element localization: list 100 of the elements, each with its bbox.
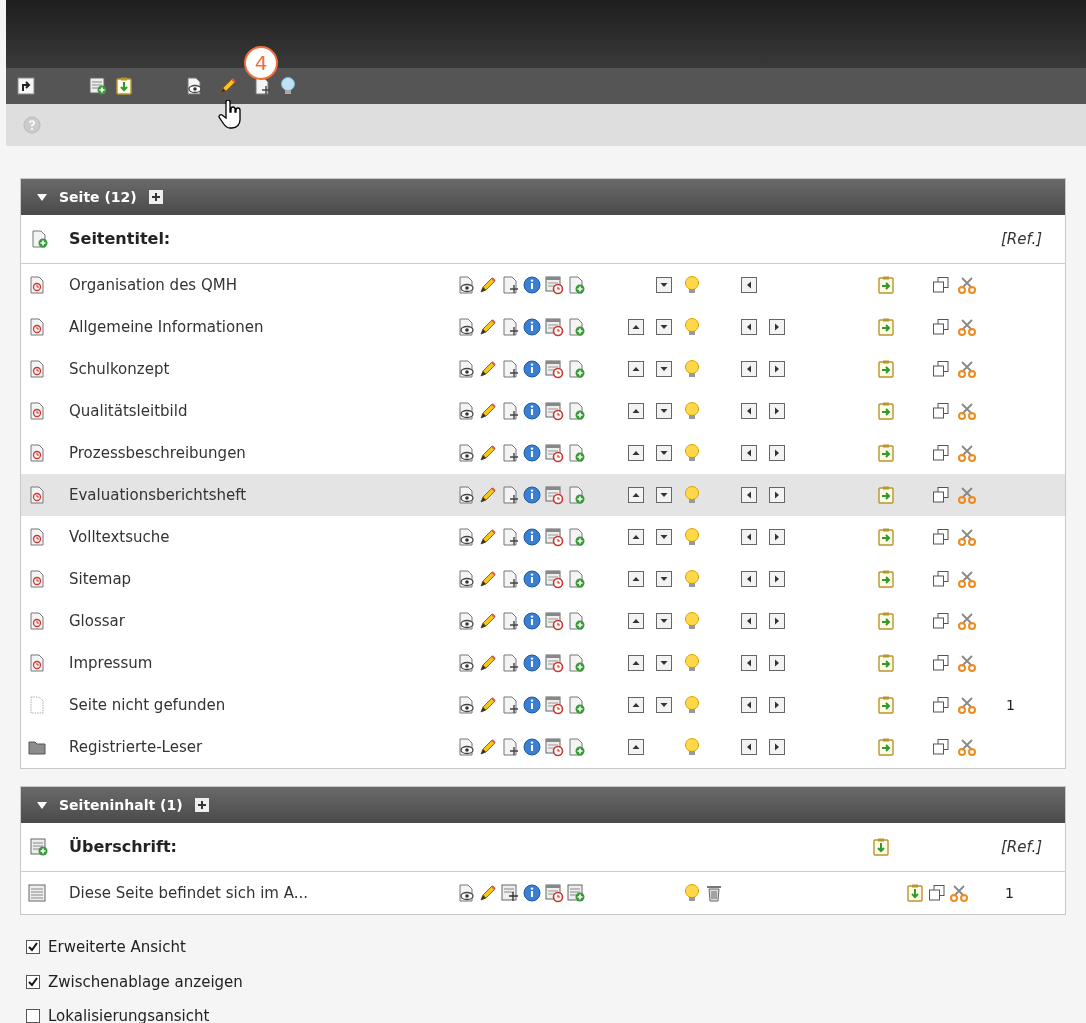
history-icon[interactable] bbox=[544, 359, 564, 379]
page-title[interactable]: Organisation des QMH bbox=[69, 273, 456, 297]
new-page-icon[interactable] bbox=[566, 317, 586, 337]
preview-icon[interactable] bbox=[456, 569, 476, 589]
new-page-icon[interactable] bbox=[566, 359, 586, 379]
move-left-icon[interactable] bbox=[739, 527, 759, 547]
clipboard-icon[interactable] bbox=[876, 275, 896, 295]
copy-icon[interactable] bbox=[931, 275, 951, 295]
edit-icon[interactable] bbox=[478, 443, 498, 463]
move-up-icon[interactable] bbox=[626, 527, 646, 547]
page-title[interactable]: Seite nicht gefunden bbox=[69, 693, 456, 717]
history-icon[interactable] bbox=[544, 653, 564, 673]
preview-icon[interactable] bbox=[456, 695, 476, 715]
move-icon[interactable] bbox=[500, 695, 520, 715]
preview-icon[interactable] bbox=[456, 359, 476, 379]
lightbulb-icon[interactable] bbox=[682, 883, 702, 903]
edit-icon[interactable] bbox=[478, 737, 498, 757]
move-up-icon[interactable] bbox=[626, 737, 646, 757]
page-title[interactable]: Schulkonzept bbox=[69, 357, 456, 381]
lightbulb-icon[interactable] bbox=[682, 611, 702, 631]
move-up-icon[interactable] bbox=[626, 401, 646, 421]
content-title[interactable]: Diese Seite befindet sich im A... bbox=[69, 881, 456, 905]
move-icon[interactable] bbox=[500, 485, 520, 505]
move-icon[interactable] bbox=[500, 569, 520, 589]
move-right-icon[interactable] bbox=[767, 443, 787, 463]
paste-icon[interactable] bbox=[114, 76, 134, 96]
info-icon[interactable] bbox=[522, 401, 542, 421]
edit-icon[interactable] bbox=[478, 359, 498, 379]
info-icon[interactable] bbox=[522, 359, 542, 379]
new-page-icon[interactable] bbox=[566, 653, 586, 673]
copy-icon[interactable] bbox=[931, 695, 951, 715]
copy-icon[interactable] bbox=[931, 611, 951, 631]
scissors-icon[interactable] bbox=[957, 275, 977, 295]
move-down-icon[interactable] bbox=[654, 401, 674, 421]
lightbulb-icon[interactable] bbox=[682, 317, 702, 337]
lightbulb-icon[interactable] bbox=[682, 359, 702, 379]
new-page-icon[interactable] bbox=[566, 401, 586, 421]
add-icon[interactable] bbox=[194, 798, 209, 812]
lightbulb-icon[interactable] bbox=[682, 443, 702, 463]
move-left-icon[interactable] bbox=[739, 359, 759, 379]
scissors-icon[interactable] bbox=[957, 485, 977, 505]
history-icon[interactable] bbox=[544, 401, 564, 421]
edit-icon[interactable] bbox=[478, 317, 498, 337]
info-icon[interactable] bbox=[522, 275, 542, 295]
page-row[interactable]: Evaluationsberichtsheft bbox=[21, 474, 1065, 516]
move-left-icon[interactable] bbox=[739, 569, 759, 589]
edit-icon[interactable] bbox=[478, 611, 498, 631]
lightbulb-icon[interactable] bbox=[682, 569, 702, 589]
move-right-icon[interactable] bbox=[767, 401, 787, 421]
move-left-icon[interactable] bbox=[739, 401, 759, 421]
collapse-icon[interactable] bbox=[37, 193, 47, 201]
history-icon[interactable] bbox=[544, 527, 564, 547]
info-icon[interactable] bbox=[522, 485, 542, 505]
move-left-icon[interactable] bbox=[739, 317, 759, 337]
move-icon[interactable] bbox=[500, 527, 520, 547]
checkbox[interactable] bbox=[26, 940, 40, 955]
move-left-icon[interactable] bbox=[739, 653, 759, 673]
move-up-icon[interactable] bbox=[626, 695, 646, 715]
move-icon[interactable] bbox=[500, 737, 520, 757]
move-left-icon[interactable] bbox=[739, 695, 759, 715]
scissors-icon[interactable] bbox=[957, 317, 977, 337]
move-down-icon[interactable] bbox=[654, 569, 674, 589]
new-page-icon[interactable] bbox=[566, 485, 586, 505]
clipboard-icon[interactable] bbox=[876, 485, 896, 505]
history-icon[interactable] bbox=[544, 883, 564, 903]
page-title[interactable]: Impressum bbox=[69, 651, 456, 675]
lightbulb-icon[interactable] bbox=[682, 527, 702, 547]
trash-icon[interactable] bbox=[704, 883, 724, 903]
move-down-icon[interactable] bbox=[654, 359, 674, 379]
page-title[interactable]: Volltextsuche bbox=[69, 525, 456, 549]
history-icon[interactable] bbox=[544, 317, 564, 337]
checkbox[interactable] bbox=[26, 1009, 40, 1023]
preview-icon[interactable] bbox=[456, 443, 476, 463]
history-icon[interactable] bbox=[544, 569, 564, 589]
clipboard-icon[interactable] bbox=[876, 527, 896, 547]
copy-icon[interactable] bbox=[931, 569, 951, 589]
new-page-icon[interactable] bbox=[566, 275, 586, 295]
scissors-icon[interactable] bbox=[957, 569, 977, 589]
preview-icon[interactable] bbox=[456, 485, 476, 505]
info-icon[interactable] bbox=[522, 883, 542, 903]
move-down-icon[interactable] bbox=[654, 695, 674, 715]
lightbulb-icon[interactable] bbox=[682, 653, 702, 673]
info-icon[interactable] bbox=[522, 443, 542, 463]
copy-icon[interactable] bbox=[931, 485, 951, 505]
new-page-icon[interactable] bbox=[29, 229, 49, 249]
move-down-icon[interactable] bbox=[654, 317, 674, 337]
preview-icon[interactable] bbox=[456, 883, 476, 903]
new-page-icon[interactable] bbox=[566, 527, 586, 547]
copy-icon[interactable] bbox=[931, 401, 951, 421]
move-down-icon[interactable] bbox=[654, 443, 674, 463]
move-right-icon[interactable] bbox=[767, 569, 787, 589]
new-page-icon[interactable] bbox=[566, 569, 586, 589]
page-title[interactable]: Qualitätsleitbild bbox=[69, 399, 456, 423]
clipboard-icon[interactable] bbox=[876, 695, 896, 715]
scissors-icon[interactable] bbox=[957, 695, 977, 715]
move-up-icon[interactable] bbox=[626, 317, 646, 337]
move-icon[interactable] bbox=[500, 359, 520, 379]
new-page-icon[interactable] bbox=[566, 695, 586, 715]
clipboard-icon[interactable] bbox=[876, 359, 896, 379]
clipboard-icon[interactable] bbox=[876, 569, 896, 589]
